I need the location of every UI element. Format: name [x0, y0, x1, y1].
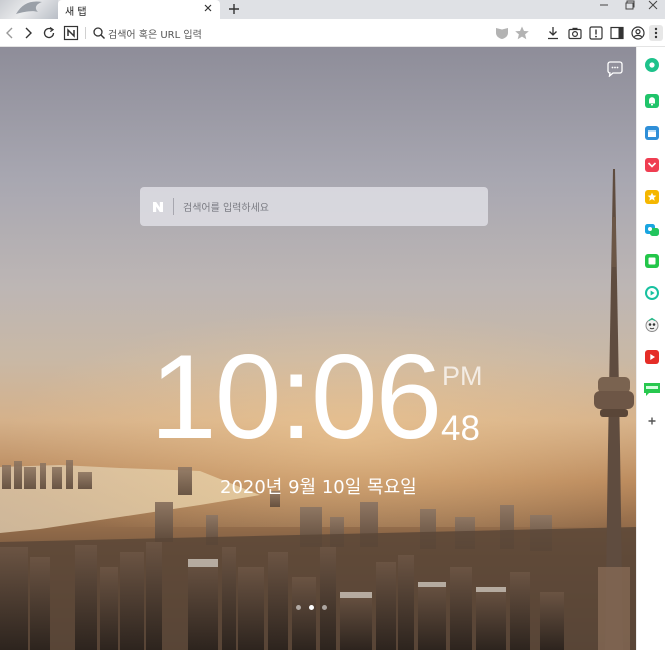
sidebar-item-calendar[interactable] [644, 125, 660, 141]
close-window-button[interactable] [640, 0, 665, 19]
memo-icon [645, 254, 659, 268]
bird-icon [16, 1, 42, 14]
reload-button[interactable] [41, 25, 57, 41]
sidebar-item-notification[interactable] [644, 93, 660, 109]
tab-title: 새 탭 [65, 7, 87, 18]
tower-silhouette [594, 169, 634, 650]
account-button[interactable] [630, 25, 646, 41]
sidebar-item-translate[interactable] [644, 221, 660, 237]
sidebar [636, 47, 665, 650]
reload-icon [43, 26, 55, 39]
sidebar-item-whale-space[interactable] [644, 57, 660, 73]
naver-icon [63, 25, 79, 41]
youtube-icon [645, 350, 659, 364]
new-tab-page: 검색어를 입력하세요 10:06 PM 48 2020년 9월 10일 목요일 [0, 47, 636, 650]
sidebar-toggle-button[interactable] [609, 25, 625, 41]
alert-icon [589, 26, 603, 40]
camera-icon [568, 27, 582, 40]
close-icon[interactable] [202, 2, 214, 14]
page-dot-active[interactable] [309, 605, 314, 610]
sidebar-item-papago[interactable] [644, 317, 660, 333]
more-vertical-icon [654, 27, 658, 39]
address-search-button[interactable] [91, 25, 107, 41]
plus-icon [648, 417, 656, 425]
back-button[interactable] [2, 25, 18, 41]
calendar-icon [645, 126, 659, 140]
sidebar-item-youtube[interactable] [644, 349, 660, 365]
split-view-icon [610, 26, 624, 40]
page-indicator [296, 605, 330, 611]
shield-icon [496, 28, 508, 39]
sidebar-item-memo[interactable] [644, 253, 660, 269]
search-icon [93, 27, 105, 39]
search-separator [173, 198, 174, 215]
page-dot[interactable] [296, 605, 301, 610]
tab-strip: 새 탭 [0, 0, 665, 19]
whale-space-icon [645, 58, 659, 72]
capture-button[interactable] [567, 25, 583, 41]
sidebar-item-music[interactable] [644, 285, 660, 301]
user-icon [631, 26, 645, 40]
forward-arrow-icon [25, 27, 32, 39]
sidebar-item-webtoon[interactable] [643, 381, 661, 397]
minimize-icon [600, 4, 608, 6]
shield-button[interactable] [494, 25, 510, 41]
search-input[interactable]: 검색어를 입력하세요 [183, 199, 269, 214]
profile-thumbnail[interactable] [0, 0, 58, 19]
download-button[interactable] [545, 25, 561, 41]
close-window-icon [648, 0, 658, 10]
city-skyline-image [0, 169, 636, 650]
music-play-icon [645, 286, 659, 300]
download-icon [548, 27, 558, 40]
sidebar-item-bookmark[interactable] [644, 189, 660, 205]
papago-icon [645, 317, 659, 332]
alert-button[interactable] [588, 25, 604, 41]
tab-new[interactable]: 새 탭 [58, 0, 220, 19]
page-dot[interactable] [322, 605, 327, 610]
restore-icon [625, 0, 635, 10]
minimize-button[interactable] [591, 0, 617, 19]
menu-button[interactable] [649, 25, 663, 41]
bookmark-star-button[interactable] [514, 25, 530, 41]
toolbar: 검색어 혹은 URL 입력 [0, 19, 665, 47]
bell-icon [645, 94, 659, 108]
star-icon [515, 26, 529, 40]
sidebar-item-pocket[interactable] [644, 157, 660, 173]
naver-home-button[interactable] [63, 25, 79, 41]
address-separator [85, 27, 86, 39]
webtoon-icon [644, 383, 660, 396]
address-input[interactable]: 검색어 혹은 URL 입력 [108, 26, 202, 41]
naver-logo-icon [153, 202, 163, 212]
forward-button[interactable] [20, 25, 36, 41]
sidebar-add-button[interactable] [644, 413, 660, 429]
back-arrow-icon [6, 27, 13, 39]
chat-bubble-icon[interactable] [606, 61, 624, 77]
new-tab-button[interactable] [226, 1, 242, 17]
star-bookmark-icon [645, 190, 659, 204]
pocket-icon [645, 158, 659, 172]
translate-icon [645, 224, 659, 236]
